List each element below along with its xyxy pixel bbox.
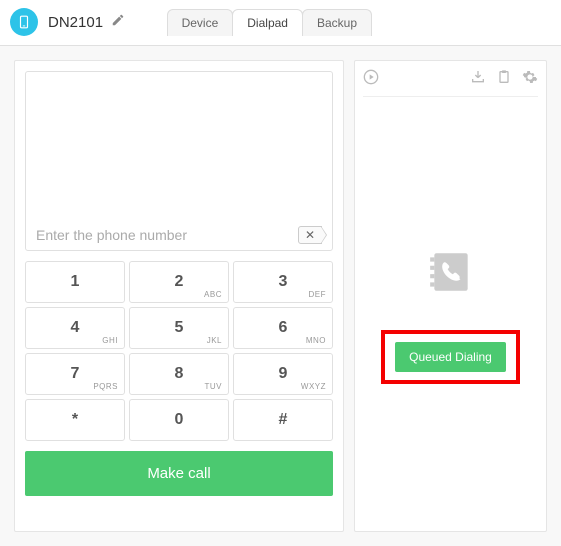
tab-dialpad[interactable]: Dialpad: [232, 9, 303, 36]
side-body: Queued Dialing: [363, 107, 538, 523]
key-0[interactable]: 0: [129, 399, 229, 441]
key-5[interactable]: 5JKL: [129, 307, 229, 349]
queued-dialing-button[interactable]: Queued Dialing: [395, 342, 506, 372]
key-8[interactable]: 8TUV: [129, 353, 229, 395]
play-icon[interactable]: [363, 69, 379, 90]
edit-icon[interactable]: [111, 13, 125, 32]
header: DN2101 Device Dialpad Backup: [0, 0, 561, 46]
key-7[interactable]: 7PQRS: [25, 353, 125, 395]
key-3[interactable]: 3DEF: [233, 261, 333, 303]
key-6[interactable]: 6MNO: [233, 307, 333, 349]
queued-highlight: Queued Dialing: [381, 330, 520, 384]
side-panel: Queued Dialing: [354, 60, 547, 532]
device-icon: [10, 8, 38, 36]
side-toolbar: [363, 69, 538, 97]
key-4[interactable]: 4GHI: [25, 307, 125, 349]
gear-icon[interactable]: [522, 69, 538, 90]
phone-input[interactable]: [36, 227, 298, 243]
key-star[interactable]: *: [25, 399, 125, 441]
key-2[interactable]: 2ABC: [129, 261, 229, 303]
input-row: ✕: [26, 220, 332, 250]
clipboard-icon[interactable]: [496, 69, 512, 90]
tab-backup[interactable]: Backup: [302, 9, 372, 36]
content: ✕ 1 2ABC 3DEF 4GHI 5JKL 6MNO 7PQRS 8TUV …: [0, 46, 561, 546]
key-hash[interactable]: #: [233, 399, 333, 441]
import-icon[interactable]: [470, 69, 486, 90]
display-body: [26, 72, 332, 220]
dialpad-panel: ✕ 1 2ABC 3DEF 4GHI 5JKL 6MNO 7PQRS 8TUV …: [14, 60, 344, 532]
number-display: ✕: [25, 71, 333, 251]
contacts-icon: [426, 247, 476, 302]
tab-device[interactable]: Device: [167, 9, 234, 36]
device-name: DN2101: [48, 14, 103, 31]
tab-bar: Device Dialpad Backup: [167, 9, 371, 36]
backspace-button[interactable]: ✕: [298, 226, 322, 244]
key-1[interactable]: 1: [25, 261, 125, 303]
keypad: 1 2ABC 3DEF 4GHI 5JKL 6MNO 7PQRS 8TUV 9W…: [25, 261, 333, 441]
make-call-button[interactable]: Make call: [25, 451, 333, 496]
key-9[interactable]: 9WXYZ: [233, 353, 333, 395]
close-icon: ✕: [305, 228, 315, 242]
